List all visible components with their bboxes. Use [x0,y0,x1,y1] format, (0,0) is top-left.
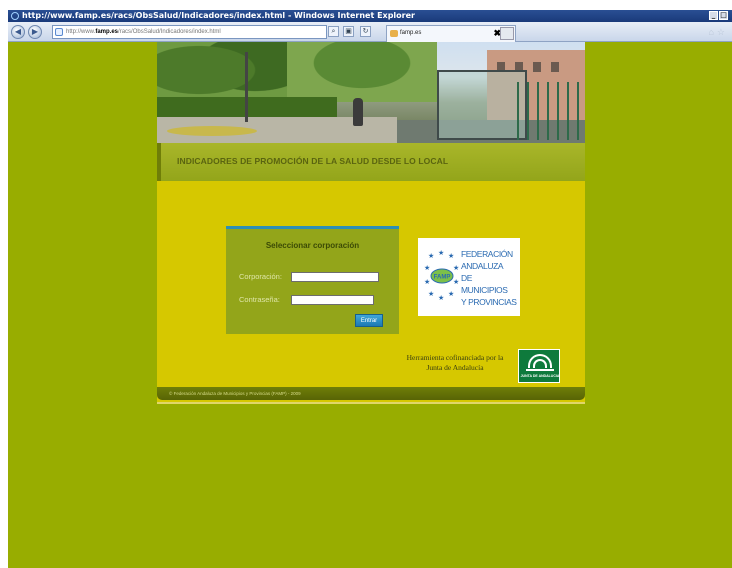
famp-line-1: FEDERACIÓN [461,249,513,259]
tab-favicon-icon [390,30,398,37]
window-controls: _ □ [709,11,728,20]
page-title: INDICADORES DE PROMOCIÓN DE LA SALUD DES… [177,156,449,166]
site-container: INDICADORES DE PROMOCIÓN DE LA SALUD DES… [157,42,585,404]
refresh-icon[interactable]: ↻ [360,26,371,37]
svg-text:★: ★ [424,264,430,272]
contrasena-label: Contraseña: [239,295,280,304]
title-banner: INDICADORES DE PROMOCIÓN DE LA SALUD DES… [157,143,585,181]
photo-flowers [167,126,257,136]
photo-lamp [245,52,248,122]
new-tab-button[interactable] [500,27,514,40]
address-bar[interactable]: http://www.famp.es/racs/ObsSalud/Indicad… [52,25,327,39]
footer-divider [157,402,585,404]
svg-text:★: ★ [428,290,434,298]
famp-line-2: ANDALUZA [461,261,504,271]
photo-trees-2 [287,42,437,102]
famp-text: FEDERACIÓN ANDALUZA DE MUNICIPIOS Y PROV… [461,248,520,308]
restore-icon[interactable]: □ [719,11,728,20]
svg-text:★: ★ [453,278,459,286]
photo-fence [517,82,585,140]
photo-bus-stop [437,70,527,140]
back-button[interactable]: ◀ [11,25,25,39]
cofinanciada-text: Herramienta cofinanciada por la Junta de… [406,353,504,372]
svg-text:★: ★ [453,264,459,272]
screen-edge [0,0,8,568]
famp-logo[interactable]: ★ ★ ★ ★ ★ ★ ★ ★ ★ ★ FAMP FEDERACIÓN ANDALUZA D… [418,238,520,316]
svg-text:★: ★ [424,278,430,286]
login-title: Seleccionar corporación [265,241,360,250]
svg-text:★: ★ [438,249,444,257]
photo-cyclist [353,98,363,126]
contrasena-input[interactable] [291,295,374,305]
header-photo [157,42,585,143]
window-title: http://www.famp.es/racs/ObsSalud/Indicad… [22,11,415,20]
famp-line-4: Y PROVINCIAS [461,297,517,307]
famp-emblem-icon: ★ ★ ★ ★ ★ ★ ★ ★ ★ ★ FAMP [424,249,459,302]
forward-button[interactable]: ▶ [28,25,42,39]
home-star-icons[interactable]: ⌂☆ [708,27,728,38]
svg-text:★: ★ [438,294,444,302]
svg-text:★: ★ [448,290,454,298]
minimize-icon[interactable]: _ [709,11,718,20]
corporacion-input[interactable] [291,272,379,282]
corporacion-label: Corporación: [239,272,282,281]
address-domain: famp.es [95,29,119,35]
browser-toolbar: ◀ ▶ http://www.famp.es/racs/ObsSalud/Ind… [8,22,732,42]
search-dropdown-icon[interactable]: ⌕ [328,26,339,37]
junta-andalucia-logo[interactable]: JUNTA DE ANDALUCIA [518,349,560,383]
ie-logo-icon [11,12,19,20]
window-titlebar: http://www.famp.es/racs/ObsSalud/Indicad… [8,10,732,22]
footer: © Federación Andaluza de Municipios y Pr… [157,387,585,400]
tab-label: famp.es [400,30,422,36]
junta-logo-text: JUNTA DE ANDALUCIA [520,374,560,378]
address-path: /racs/ObsSalud/Indicadores/index.html [118,29,221,35]
svg-text:★: ★ [428,252,434,260]
footer-copyright: © Federación Andaluza de Municipios y Pr… [169,391,301,396]
login-form: Seleccionar corporación Corporación: Con… [226,226,399,334]
page-viewport: INDICADORES DE PROMOCIÓN DE LA SALUD DES… [8,42,732,568]
compat-view-icon[interactable]: ▣ [343,26,354,37]
famp-line-3: DE MUNICIPIOS [461,273,508,295]
famp-emblem-text: FAMP [434,275,451,281]
entrar-button[interactable]: Entrar [355,314,383,327]
browser-tab[interactable]: famp.es ✖ [386,25,516,42]
page-icon [55,28,63,36]
svg-text:★: ★ [448,252,454,260]
address-prefix: http://www. [66,29,96,35]
